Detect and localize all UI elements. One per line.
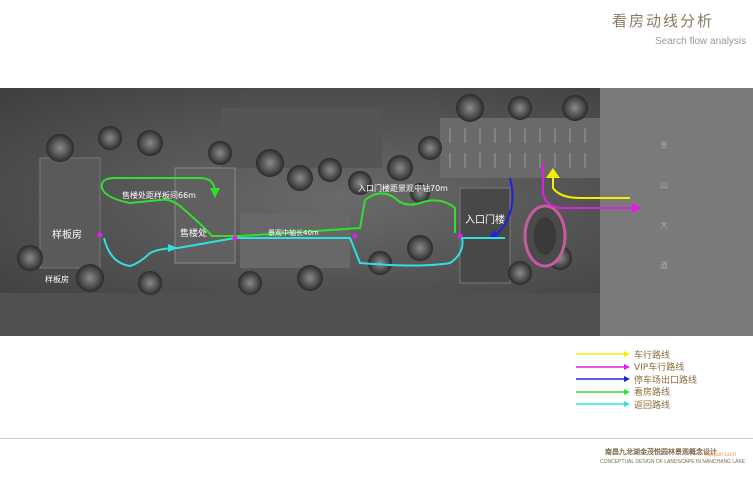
page-title: 看房动线分析 (612, 12, 715, 30)
arrow-icon (576, 400, 632, 408)
arrow-icon (576, 350, 632, 358)
route-node (457, 233, 463, 239)
label-model-house: 样板房 (52, 228, 82, 241)
site-plan: 阜 山 大 道 样板房 样板房 售楼处距样板间66m 售楼处 景观中轴长40m … (0, 88, 753, 336)
label-landscape-axis: 景观中轴长40m (268, 228, 319, 237)
legend-label: 返回路线 (634, 400, 671, 411)
legend-item: 车行路线 (576, 348, 746, 361)
label-sales-to-model: 售楼处距样板间66m (122, 190, 196, 200)
label-entrance-gate: 入口门楼 (465, 213, 505, 226)
entrance-gate-building (459, 187, 511, 284)
road-area (600, 88, 753, 336)
legend-label: 停车场出口路线 (634, 375, 698, 386)
road-label-char: 大 (660, 220, 668, 230)
route-node (232, 235, 238, 241)
footer-divider (0, 438, 753, 439)
arrow-icon (576, 375, 632, 383)
legend: 车行路线 VIP车行路线 停车场出口路线 看房路线 返回路线 (576, 348, 746, 411)
label-model-house-2: 样板房 (45, 274, 69, 284)
label-gate-to-axis: 入口门楼距景观中轴70m (358, 183, 448, 193)
legend-item: VIP车行路线 (576, 361, 746, 374)
legend-item: 停车场出口路线 (576, 373, 746, 386)
road-label-char: 道 (660, 260, 668, 270)
landscape-axis-area (240, 213, 350, 268)
roundabout-inner (534, 217, 556, 255)
lower-road (0, 293, 600, 336)
road-label-char: 阜 (660, 140, 668, 150)
arrow-icon (576, 388, 632, 396)
footer-title: 南昌九龙湖金茂悦园林景观概念设计 (605, 448, 717, 456)
route-node (352, 233, 358, 239)
route-node (97, 232, 103, 238)
legend-item: 看房路线 (576, 386, 746, 399)
label-sales-office: 售楼处 (180, 227, 207, 239)
legend-label: VIP车行路线 (634, 363, 685, 374)
watermark: fanpan.com (705, 452, 737, 458)
parking-lot (440, 118, 600, 178)
page-subtitle: Search flow analysis (655, 36, 747, 47)
legend-item: 返回路线 (576, 398, 746, 411)
building-left (39, 157, 101, 269)
arrow-icon (576, 363, 632, 371)
legend-label: 车行路线 (634, 350, 671, 361)
legend-label: 看房路线 (634, 388, 671, 399)
footer-subtitle: CONCEPTUAL DESIGN OF LANDSCAPE IN NANCHA… (600, 459, 746, 465)
sales-office-building (174, 167, 236, 264)
road-label-char: 山 (660, 180, 668, 190)
building-top-center (222, 108, 382, 168)
